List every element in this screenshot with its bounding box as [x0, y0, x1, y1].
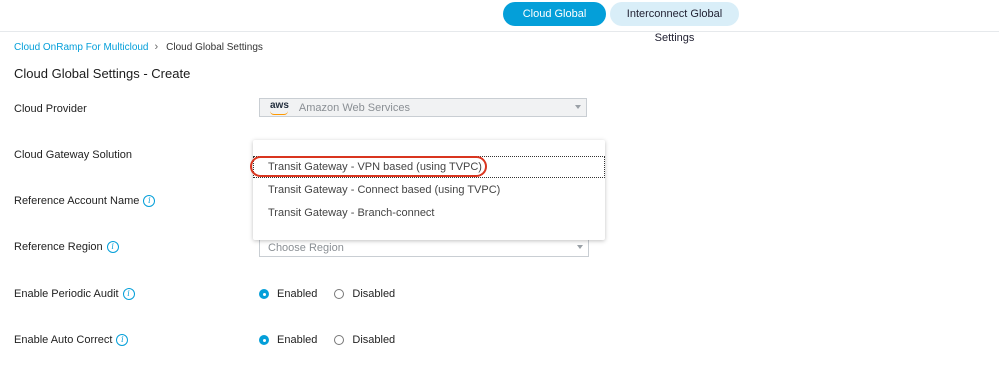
enable-auto-correct-label-text: Enable Auto Correct: [14, 334, 113, 346]
cloud-gateway-solution-dropdown: Transit Gateway - VPN based (using TVPC)…: [253, 140, 605, 240]
cloud-provider-select[interactable]: aws Amazon Web Services: [259, 98, 587, 117]
reference-account-name-label: Reference Account Name i: [14, 195, 156, 207]
tab-interconnect-global-settings[interactable]: Interconnect Global Settings: [610, 2, 739, 44]
periodic-audit-disabled-label[interactable]: Disabled: [352, 288, 395, 300]
cloud-provider-value: Amazon Web Services: [298, 101, 410, 114]
dropdown-option-connect-based[interactable]: Transit Gateway - Connect based (using T…: [268, 184, 500, 196]
chevron-right-icon: ›: [154, 41, 159, 53]
cloud-gateway-solution-label: Cloud Gateway Solution: [14, 149, 132, 161]
enable-periodic-audit-label: Enable Periodic Audit i: [14, 288, 135, 300]
periodic-audit-disabled-radio[interactable]: [334, 289, 345, 299]
top-tab-bar: Cloud Global Settings Interconnect Globa…: [0, 0, 999, 44]
auto-correct-disabled-radio[interactable]: [334, 335, 345, 345]
periodic-audit-enabled-radio[interactable]: [259, 289, 269, 299]
cloud-gateway-solution-label-text: Cloud Gateway Solution: [14, 149, 133, 161]
auto-correct-enabled-label[interactable]: Enabled: [277, 334, 317, 346]
enable-periodic-audit-label-text: Enable Periodic Audit: [14, 288, 119, 300]
caret-down-icon: [575, 105, 581, 109]
auto-correct-enabled-radio[interactable]: [259, 335, 269, 345]
auto-correct-radio-group: Enabled Disabled: [259, 334, 412, 346]
breadcrumb-current: Cloud Global Settings: [166, 42, 263, 53]
info-icon[interactable]: i: [116, 334, 129, 346]
auto-correct-disabled-label[interactable]: Disabled: [352, 334, 395, 346]
aws-logo: aws: [270, 100, 289, 111]
aws-logo-smile: [270, 111, 288, 115]
dropdown-option-vpn-based[interactable]: Transit Gateway - VPN based (using TVPC): [268, 161, 482, 173]
periodic-audit-enabled-label[interactable]: Enabled: [277, 288, 317, 300]
page-title: Cloud Global Settings - Create: [14, 66, 191, 81]
info-icon[interactable]: i: [122, 288, 135, 300]
reference-region-label-text: Reference Region: [14, 241, 103, 253]
reference-region-select[interactable]: Choose Region: [259, 238, 589, 257]
caret-down-icon: [577, 245, 583, 249]
dropdown-option-branch-connect[interactable]: Transit Gateway - Branch-connect: [268, 207, 435, 219]
reference-account-name-label-text: Reference Account Name: [14, 195, 140, 207]
periodic-audit-radio-group: Enabled Disabled: [259, 288, 412, 300]
enable-auto-correct-label: Enable Auto Correct i: [14, 334, 129, 346]
reference-region-label: Reference Region i: [14, 241, 119, 253]
cloud-provider-label-text: Cloud Provider: [14, 103, 87, 115]
breadcrumb: Cloud OnRamp For Multicloud › Cloud Global…: [14, 41, 263, 53]
info-icon[interactable]: i: [143, 195, 156, 207]
cloud-provider-label: Cloud Provider: [14, 103, 87, 115]
reference-region-placeholder: Choose Region: [268, 241, 344, 254]
info-icon[interactable]: i: [106, 241, 119, 253]
breadcrumb-link-cloud-onramp[interactable]: Cloud OnRamp For Multicloud: [14, 42, 149, 53]
tab-cloud-global-settings[interactable]: Cloud Global Settings: [503, 2, 606, 44]
